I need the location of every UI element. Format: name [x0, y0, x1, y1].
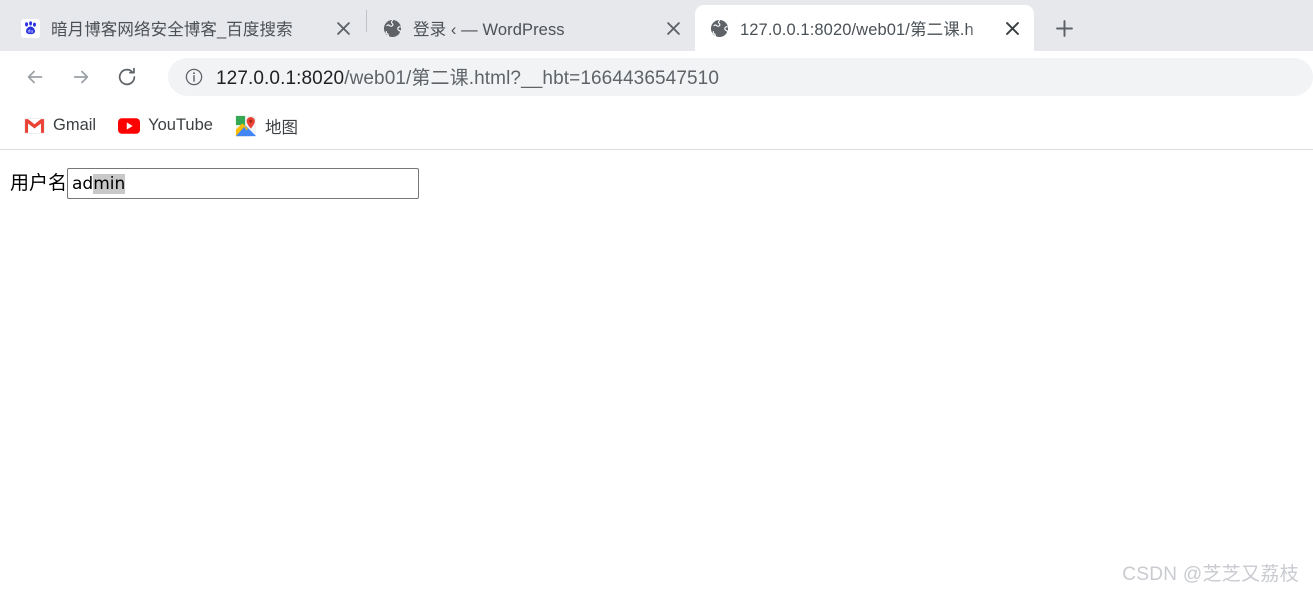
browser-tab-active-local[interactable]: 127.0.0.1:8020/web01/第二课.h [695, 5, 1034, 51]
svg-text:du: du [27, 28, 33, 34]
page-content: 用户名 ad min CSDN @芝芝又荔枝 [0, 150, 1313, 598]
bookmark-label: 地图 [264, 118, 298, 137]
tab-strip: du 暗月博客网络安全博客_百度搜索 登录 ‹ — WordPress 127.… [0, 0, 1313, 51]
bookmark-label: YouTube [148, 116, 213, 134]
youtube-icon [118, 115, 141, 137]
tab-title: 127.0.0.1:8020/web01/第二课.h [740, 21, 974, 39]
browser-window: du 暗月博客网络安全博客_百度搜索 登录 ‹ — WordPress 127.… [0, 0, 1313, 599]
bookmark-label: Gmail [53, 116, 97, 134]
close-icon[interactable] [329, 14, 357, 42]
google-maps-icon [235, 115, 257, 137]
input-text-unselected: ad [72, 173, 94, 194]
browser-tab-wordpress[interactable]: 登录 ‹ — WordPress [368, 5, 695, 51]
username-label: 用户名 [10, 172, 68, 194]
forward-arrow-icon[interactable] [64, 60, 98, 94]
browser-tab-baidu[interactable]: du 暗月博客网络安全博客_百度搜索 [6, 5, 365, 51]
url-host: 127.0.0.1:8020 [216, 68, 345, 89]
bookmark-maps[interactable]: 地图 [226, 110, 307, 142]
gmail-icon [23, 115, 45, 137]
address-bar[interactable]: 127.0.0.1:8020/web01/第二课.html?__hbt=1664… [168, 57, 1313, 96]
tab-title: 登录 ‹ — WordPress [413, 21, 565, 39]
bookmark-gmail[interactable]: Gmail [14, 110, 105, 142]
bookmarks-bar: Gmail YouTube 地图 [0, 102, 1313, 150]
browser-toolbar: 127.0.0.1:8020/web01/第二课.html?__hbt=1664… [0, 51, 1313, 102]
new-tab-button[interactable] [1044, 8, 1084, 48]
username-form-row: 用户名 ad min [10, 168, 1313, 199]
reload-icon[interactable] [110, 60, 144, 94]
address-bar-url: 127.0.0.1:8020/web01/第二课.html?__hbt=1664… [216, 63, 719, 90]
globe-icon [709, 18, 729, 38]
close-icon[interactable] [998, 14, 1026, 42]
back-arrow-icon[interactable] [18, 60, 52, 94]
baidu-favicon: du [20, 18, 40, 38]
close-icon[interactable] [659, 14, 687, 42]
url-path: /web01/第二课.html?__hbt=1664436547510 [344, 68, 719, 89]
globe-icon [382, 18, 402, 38]
tab-title: 暗月博客网络安全博客_百度搜索 [51, 21, 293, 39]
info-circle-icon[interactable] [182, 65, 206, 89]
tab-separator [366, 9, 367, 32]
username-input[interactable]: ad min [67, 168, 420, 199]
bookmark-youtube[interactable]: YouTube [109, 110, 222, 142]
csdn-watermark: CSDN @芝芝又荔枝 [1122, 564, 1299, 585]
input-text-selected: min [93, 173, 126, 194]
